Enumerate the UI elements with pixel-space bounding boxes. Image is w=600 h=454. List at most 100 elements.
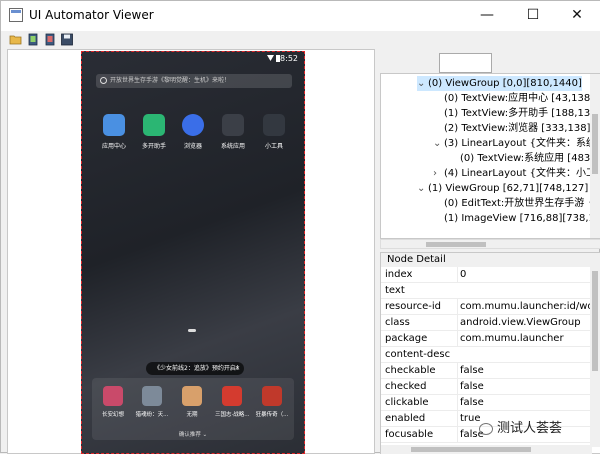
tree-row[interactable]: (2) TextView:浏览器 [333,138][47	[433, 121, 600, 136]
app-center-icon	[103, 114, 125, 136]
chevron-down-icon[interactable]: ⌄	[417, 181, 428, 196]
table-row[interactable]: text	[381, 283, 592, 299]
wifi-icon	[267, 55, 274, 61]
table-row[interactable]: clickable false	[381, 395, 592, 411]
tools-folder-icon	[263, 114, 285, 136]
table-row[interactable]: index 0	[381, 267, 592, 283]
tree-row[interactable]: ⌄ (1) ViewGroup [62,71][748,127]	[417, 181, 588, 196]
table-row[interactable]: resource-id com.mumu.launcher:id/work	[381, 299, 592, 315]
property-value: com.mumu.launcher	[457, 331, 592, 347]
app-icon-browser[interactable]: 浏览器	[173, 114, 213, 150]
property-key: focusable	[385, 429, 434, 440]
device-screenshot-compressed-icon[interactable]	[43, 33, 57, 46]
table-row[interactable]: checkable false	[381, 363, 592, 379]
app-label: 小工具	[264, 143, 283, 150]
dock-app-label: 三国志·战略...	[215, 412, 250, 418]
page-indicator	[188, 329, 196, 332]
search-icon	[100, 77, 107, 84]
promo-banner[interactable]: 《少女前线2：追放》预约开启！ ✕	[146, 362, 244, 375]
property-value: 0	[457, 267, 592, 283]
tree-horizontal-scrollbar[interactable]	[380, 239, 600, 249]
dock-app[interactable]: 长安幻想	[96, 386, 130, 418]
app-folder-system[interactable]: 系统应用	[213, 114, 253, 150]
promo-text: 《少女前线2：追放》预约开启！	[154, 365, 242, 372]
maximize-button[interactable]: ☐	[510, 1, 556, 31]
app-icon-app-center[interactable]: 应用中心	[94, 114, 134, 150]
tree-row[interactable]: ⌄ (0) ViewGroup [0,0][810,1440]	[417, 76, 582, 91]
search-bar[interactable]: 开放世界生存手游《黎明觉醒：生机》来啦！	[96, 74, 292, 88]
toolbar	[1, 31, 600, 49]
tree-row-label: (1) TextView:多开助手 [188,138][	[444, 108, 600, 119]
tree-row-label: (2) TextView:浏览器 [333,138][47	[444, 123, 600, 134]
table-row[interactable]: class android.view.ViewGroup	[381, 315, 592, 331]
app-window: UI Automator Viewer — ☐ ✕ 8:52 开放世界生存手游《…	[0, 0, 600, 454]
chevron-right-icon[interactable]: ›	[433, 166, 444, 181]
dock-more-link[interactable]: 确认推荐 ⌄	[92, 430, 294, 438]
property-value: android.view.ViewGroup	[457, 315, 592, 331]
device-screenshot[interactable]: 8:52 开放世界生存手游《黎明觉醒：生机》来啦！ 应用中心 多开助手 浏览器 …	[81, 51, 305, 454]
property-key: index	[385, 269, 413, 280]
game-icon	[142, 386, 162, 406]
property-value: false	[457, 379, 592, 395]
tree-row-label: (0) ViewGroup [0,0][810,1440]	[428, 78, 582, 89]
dock-app-label: 猎魂纷：天...	[135, 412, 169, 418]
chevron-down-icon[interactable]: ⌄	[417, 76, 428, 91]
dock-app[interactable]: 猎魂纷：天...	[135, 386, 169, 418]
app-label: 浏览器	[183, 143, 202, 150]
tree-row[interactable]: (0) EditText:开放世界生存手游《黎	[433, 196, 600, 211]
dock-app-label: 长安幻想	[101, 412, 124, 418]
property-key: checkable	[385, 365, 436, 376]
save-icon[interactable]	[60, 33, 74, 46]
detail-vertical-scrollbar[interactable]	[590, 267, 600, 447]
tree-row-label: (3) LinearLayout {文件夹：系统应	[444, 138, 600, 149]
tree-row-label: (0) TextView:系统应用 [483,3	[460, 153, 600, 164]
close-icon[interactable]: ✕	[235, 362, 240, 375]
scrollbar-thumb[interactable]	[426, 242, 486, 247]
property-key: resource-id	[385, 301, 441, 312]
recommend-dock: 长安幻想 猎魂纷：天... 无期 三国志·战略... 狂暴传奇（... 确认推荐…	[92, 378, 294, 440]
scrollbar-thumb[interactable]	[592, 271, 598, 371]
system-apps-folder-icon	[222, 114, 244, 136]
game-icon	[103, 386, 123, 406]
table-row[interactable]: checked false	[381, 379, 592, 395]
chevron-down-icon[interactable]: ⌄	[433, 136, 444, 151]
tree-row[interactable]: (1) TextView:多开助手 [188,138][	[433, 106, 600, 121]
game-icon	[262, 386, 282, 406]
property-value: false	[457, 363, 592, 379]
tree-row[interactable]: (0) TextView:系统应用 [483,3	[449, 151, 600, 166]
dock-app[interactable]: 狂暴传奇（...	[255, 386, 289, 418]
property-key: content-desc	[385, 349, 451, 360]
app-folder-tools[interactable]: 小工具	[254, 114, 294, 150]
tree-row-label: (0) EditText:开放世界生存手游《黎	[444, 198, 600, 209]
property-key: checked	[385, 381, 427, 392]
hierarchy-pane: ⌄ (0) ViewGroup [0,0][810,1440] (0) TextV…	[380, 49, 600, 249]
property-key: text	[385, 285, 405, 296]
app-icon-multi-instance[interactable]: 多开助手	[134, 114, 174, 150]
property-key: class	[385, 317, 410, 328]
close-button[interactable]: ✕	[554, 1, 600, 31]
tree-row[interactable]: (0) TextView:应用中心 [43,138][1	[433, 91, 600, 106]
app-icon	[9, 8, 23, 22]
watermark-text: 测试人荟荟	[497, 421, 563, 436]
open-folder-icon[interactable]	[9, 33, 23, 46]
tree-row[interactable]: › (4) LinearLayout {文件夹：小工具	[433, 166, 600, 181]
tree-row-label: (1) ViewGroup [62,71][748,127]	[428, 183, 589, 194]
table-row[interactable]: package com.mumu.launcher	[381, 331, 592, 347]
hierarchy-tree[interactable]: ⌄ (0) ViewGroup [0,0][810,1440] (0) TextV…	[380, 73, 600, 239]
status-time: 8:52	[280, 54, 298, 63]
app-label: 系统应用	[220, 143, 245, 150]
tree-row[interactable]: (1) ImageView [716,88][738,110	[433, 211, 600, 226]
minimize-button[interactable]: —	[464, 1, 510, 31]
tree-vertical-scrollbar[interactable]	[590, 74, 600, 238]
app-label: 多开助手	[141, 143, 166, 150]
table-row[interactable]: content-desc	[381, 347, 592, 363]
dock-app[interactable]: 三国志·战略...	[215, 386, 250, 418]
tree-row[interactable]: ⌄ (3) LinearLayout {文件夹：系统应	[433, 136, 600, 151]
game-icon	[182, 386, 202, 406]
scrollbar-thumb[interactable]	[411, 447, 531, 452]
device-screenshot-icon[interactable]	[26, 33, 40, 46]
dock-app[interactable]: 无期	[175, 386, 209, 418]
property-value: com.mumu.launcher:id/work	[457, 299, 592, 315]
wechat-logo-icon	[479, 422, 493, 435]
scrollbar-thumb[interactable]	[592, 114, 598, 174]
